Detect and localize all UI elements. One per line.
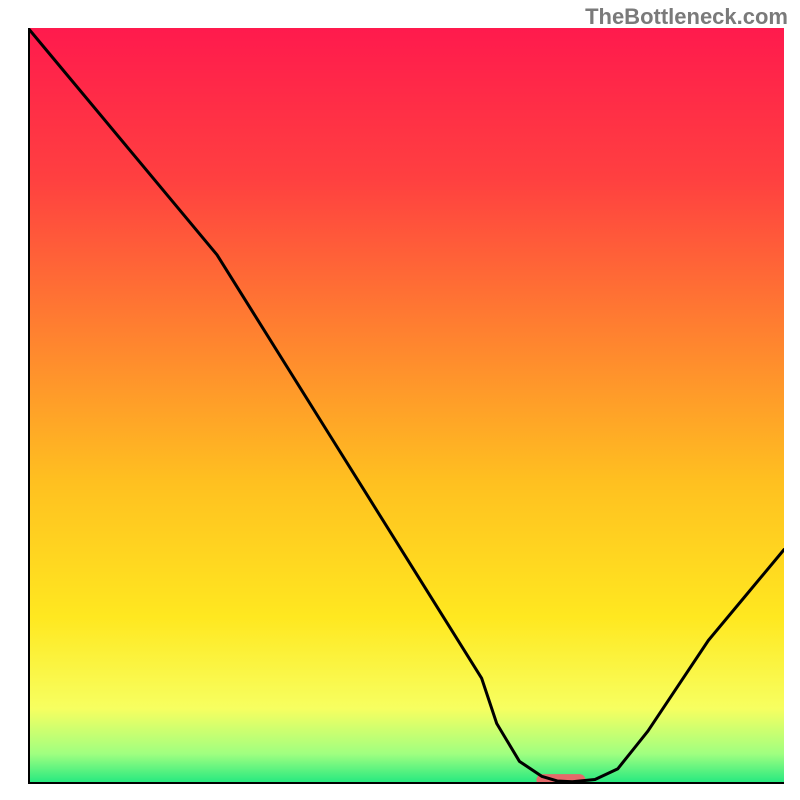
chart-background [28,28,784,784]
chart-svg [28,28,784,784]
chart-plot-area [28,28,784,784]
watermark-label: TheBottleneck.com [585,4,788,30]
